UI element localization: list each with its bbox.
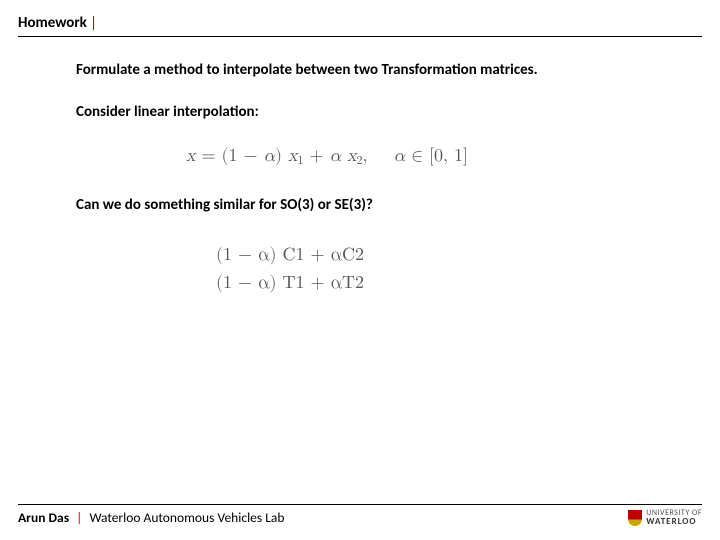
- t-T2: T: [342, 274, 355, 292]
- paragraph-3: Can we do something similar for SO(3) or…: [76, 196, 702, 214]
- paragraph-2: Consider linear interpolation:: [76, 103, 702, 121]
- footer-lab: Waterloo Autonomous Vehicles Lab: [89, 509, 284, 526]
- lerp-alpha3: α: [394, 147, 406, 165]
- equation-matrices: (1 − α) C1 + αC2 (1 − α) T1 + αT2: [216, 244, 702, 294]
- footer-rule: [18, 504, 702, 505]
- footer-row: Arun Das | Waterloo Autonomous Vehicles …: [18, 509, 702, 526]
- logo-line2: WATERLOO: [646, 517, 702, 526]
- c-sub1: 1: [296, 246, 305, 264]
- equation-lerp: x = (1 − α) x1 + α x2,α ∈ [0, 1]: [186, 145, 702, 168]
- footer-author: Arun Das: [18, 509, 69, 526]
- t-T1: T: [283, 274, 296, 292]
- t-alpha2: α: [330, 274, 342, 292]
- t-close: ): [270, 274, 283, 292]
- slide-header: Homework: [18, 14, 702, 37]
- lerp-alpha1: α: [263, 147, 275, 165]
- t-alpha1: α: [258, 274, 270, 292]
- c-alpha2: α: [330, 246, 342, 264]
- lerp-alpha2: α: [329, 147, 341, 165]
- slide-footer: Arun Das | Waterloo Autonomous Vehicles …: [18, 504, 702, 526]
- header-bar: Homework: [18, 14, 702, 34]
- c-plus: +: [305, 246, 331, 264]
- t-sub2: 2: [355, 274, 364, 292]
- c-C1: C: [283, 246, 296, 264]
- crest-icon: [628, 510, 642, 526]
- c-open: (1 −: [216, 246, 258, 264]
- eq-row-T: (1 − α) T1 + αT2: [216, 272, 702, 294]
- eq-row-C: (1 − α) C1 + αC2: [216, 244, 702, 266]
- university-logo: UNIVERSITY OF WATERLOO: [628, 509, 702, 526]
- header-title: Homework: [18, 14, 87, 32]
- lerp-plus: +: [304, 147, 330, 165]
- footer-separator-icon: |: [76, 509, 82, 526]
- t-plus: +: [305, 274, 331, 292]
- lerp-x: x: [186, 147, 196, 165]
- footer-text: Arun Das | Waterloo Autonomous Vehicles …: [18, 509, 284, 526]
- c-sub2: 2: [355, 246, 364, 264]
- c-alpha1: α: [258, 246, 270, 264]
- lerp-comma: ,: [363, 147, 368, 165]
- content-area: Formulate a method to interpolate betwee…: [18, 37, 702, 540]
- lerp-x2: x: [347, 147, 357, 165]
- logo-text: UNIVERSITY OF WATERLOO: [646, 509, 702, 526]
- t-open: (1 −: [216, 274, 258, 292]
- lerp-close1: ): [275, 147, 288, 165]
- slide-root: Homework Formulate a method to interpola…: [0, 0, 720, 540]
- header-divider-icon: [93, 16, 94, 30]
- c-close: ): [270, 246, 283, 264]
- t-sub1: 1: [296, 274, 305, 292]
- c-C2: C: [342, 246, 355, 264]
- lerp-range: ∈ [0, 1]: [405, 147, 468, 165]
- lerp-formula: x = (1 − α) x1 + α x2,α ∈ [0, 1]: [186, 147, 468, 165]
- paragraph-1: Formulate a method to interpolate betwee…: [76, 61, 702, 79]
- lerp-eq-open: = (1 −: [196, 147, 264, 165]
